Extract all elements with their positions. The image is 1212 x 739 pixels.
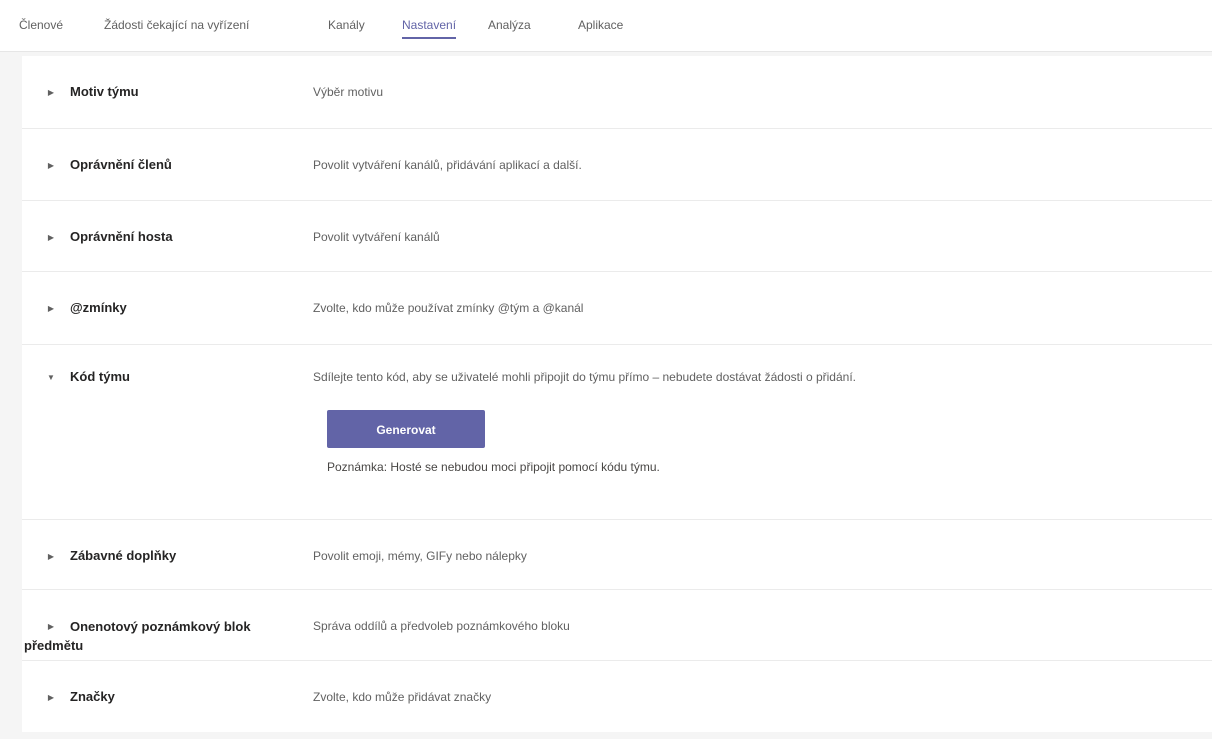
tab-settings[interactable]: Nastavení xyxy=(402,18,457,39)
tab-apps[interactable]: Aplikace xyxy=(578,18,623,32)
setting-description: Výběr motivu xyxy=(313,85,384,99)
tab-bar: Členové Žádosti čekající na vyřízení Kan… xyxy=(0,0,1212,52)
chevron-right-icon[interactable]: ▶ xyxy=(46,693,56,702)
setting-row-team-theme[interactable]: ▶ Motiv týmu Výběr motivu xyxy=(22,56,1212,129)
setting-row-guest-permissions[interactable]: ▶ Oprávnění hosta Povolit vytváření kaná… xyxy=(22,201,1212,272)
setting-row-member-permissions[interactable]: ▶ Oprávnění členů Povolit vytváření kaná… xyxy=(22,129,1212,201)
setting-description: Sdílejte tento kód, aby se uživatelé moh… xyxy=(313,370,856,384)
setting-description: Povolit vytváření kanálů xyxy=(313,230,440,244)
tab-analytics[interactable]: Analýza xyxy=(488,18,531,32)
setting-title: @zmínky xyxy=(70,300,127,315)
tab-pending-requests[interactable]: Žádosti čekající na vyřízení xyxy=(104,18,249,32)
chevron-right-icon[interactable]: ▶ xyxy=(46,304,56,313)
setting-description: Zvolte, kdo může používat zmínky @tým a … xyxy=(313,301,584,315)
setting-description: Zvolte, kdo může přidávat značky xyxy=(313,690,492,704)
setting-title: Oprávnění členů xyxy=(70,157,172,172)
settings-panel: ▶ Motiv týmu Výběr motivu ▶ Oprávnění čl… xyxy=(22,56,1212,732)
generate-button[interactable]: Generovat xyxy=(327,410,485,448)
chevron-right-icon[interactable]: ▶ xyxy=(46,88,56,97)
setting-title: Onenotový poznámkový blok předmětu xyxy=(22,617,312,655)
setting-description: Povolit vytváření kanálů, přidávání apli… xyxy=(313,158,582,172)
team-code-note: Poznámka: Hosté se nebudou moci připojit… xyxy=(327,460,660,474)
chevron-right-icon[interactable]: ▶ xyxy=(46,552,56,561)
setting-description: Správa oddílů a předvoleb poznámkového b… xyxy=(313,619,570,633)
setting-row-tags[interactable]: ▶ Značky Zvolte, kdo může přidávat značk… xyxy=(22,661,1212,732)
setting-title: Zábavné doplňky xyxy=(70,548,177,563)
setting-title-line1: Onenotový poznámkový blok xyxy=(70,619,251,634)
setting-title: Značky xyxy=(70,689,115,704)
chevron-right-icon[interactable]: ▶ xyxy=(46,233,56,242)
setting-row-mentions[interactable]: ▶ @zmínky Zvolte, kdo může používat zmín… xyxy=(22,272,1212,345)
setting-row-class-notebook[interactable]: ▶ Onenotový poznámkový blok předmětu Spr… xyxy=(22,590,1212,661)
setting-title: Kód týmu xyxy=(70,369,130,384)
setting-row-fun-stuff[interactable]: ▶ Zábavné doplňky Povolit emoji, mémy, G… xyxy=(22,520,1212,590)
setting-row-team-code[interactable]: ▼ Kód týmu Sdílejte tento kód, aby se už… xyxy=(22,345,1212,520)
setting-description: Povolit emoji, mémy, GIFy nebo nálepky xyxy=(313,549,527,563)
setting-title: Motiv týmu xyxy=(70,84,139,99)
tab-members[interactable]: Členové xyxy=(19,18,63,32)
setting-title-line2: předmětu xyxy=(24,638,84,653)
chevron-right-icon[interactable]: ▶ xyxy=(46,161,56,170)
chevron-down-icon[interactable]: ▼ xyxy=(46,373,56,382)
tab-channels[interactable]: Kanály xyxy=(328,18,365,32)
setting-title: Oprávnění hosta xyxy=(70,229,173,244)
